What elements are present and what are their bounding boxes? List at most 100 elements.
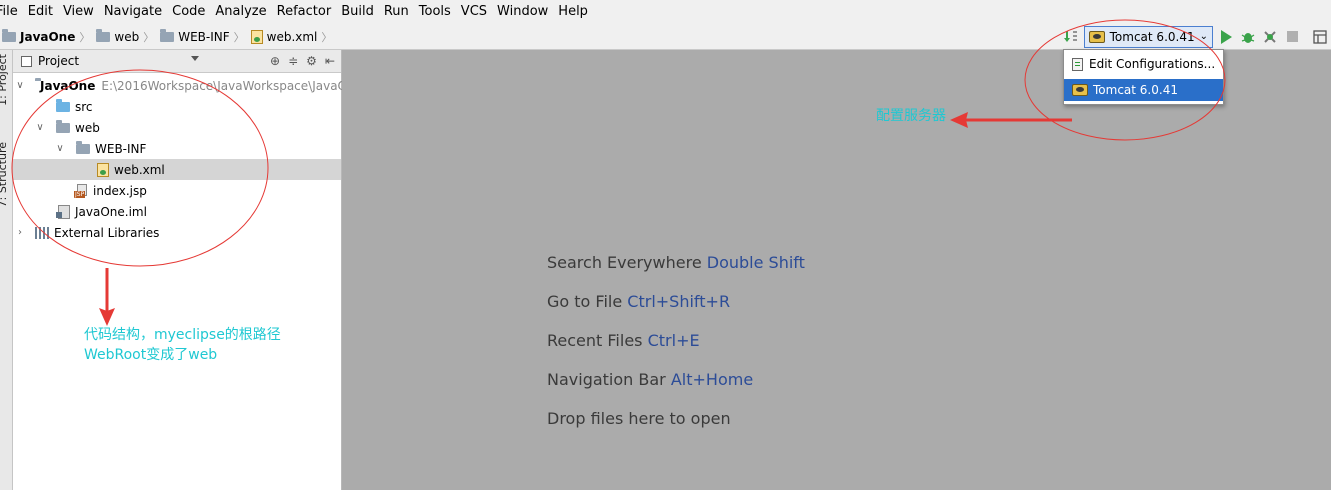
web-folder-icon: [56, 119, 70, 133]
breadcrumb-project[interactable]: JavaOne: [0, 28, 77, 44]
run-configuration-popup: Edit Configurations... Tomcat 6.0.41: [1063, 49, 1224, 105]
library-icon: [35, 226, 49, 239]
folder-icon: [2, 28, 16, 42]
navigation-bar: JavaOne 〉 web 〉 WEB-INF 〉 web.xml 〉 Tomc…: [0, 24, 1331, 50]
tree-node-label: index.jsp: [93, 183, 147, 198]
run-configuration-label: Tomcat 6.0.41: [1109, 29, 1195, 44]
stop-button[interactable]: [1281, 26, 1303, 48]
tree-node-javaone-iml[interactable]: JavaOne.iml: [13, 201, 341, 222]
locate-icon[interactable]: ⊕: [270, 54, 280, 68]
popup-edit-configurations[interactable]: Edit Configurations...: [1064, 53, 1223, 75]
tree-node-web-inf[interactable]: ∨ WEB-INF: [13, 138, 341, 159]
hint-recent-files: Recent Files Ctrl+E: [547, 331, 700, 350]
breadcrumb-separator: 〉: [79, 30, 91, 44]
folder-icon: [160, 28, 175, 42]
menu-file[interactable]: File: [0, 0, 23, 24]
chevron-down-icon[interactable]: ∨: [35, 122, 45, 133]
tree-node-src[interactable]: src: [13, 96, 341, 117]
left-tool-strip: 1: Project 7: Structure: [0, 50, 13, 490]
tree-node-web-xml[interactable]: web.xml: [13, 159, 341, 180]
hint-text: Search Everywhere: [547, 253, 702, 272]
menu-window[interactable]: Window: [492, 0, 553, 24]
make-icon[interactable]: [1060, 26, 1082, 48]
run-configuration-selector[interactable]: Tomcat 6.0.41 ⌄: [1083, 25, 1213, 48]
hint-text: Go to File: [547, 292, 623, 311]
folder-icon: [96, 28, 111, 42]
source-folder-icon: [56, 98, 70, 112]
breadcrumb-web-xml[interactable]: web.xml: [249, 29, 320, 44]
hint-search-everywhere: Search Everywhere Double Shift: [547, 253, 805, 272]
hint-navigation-bar: Navigation Bar Alt+Home: [547, 370, 753, 389]
hint-shortcut: Double Shift: [706, 253, 805, 272]
popup-tomcat[interactable]: Tomcat 6.0.41: [1064, 79, 1223, 101]
stop-icon: [1286, 31, 1298, 42]
project-panel: Project ⊕ ≑ ⚙ ⇤ ∨ JavaOne E:\2016Workspa…: [13, 50, 362, 490]
menu-navigate[interactable]: Navigate: [99, 0, 167, 24]
xml-file-icon: [250, 29, 263, 44]
project-view-selector[interactable]: Project: [13, 54, 79, 68]
hint-text: Recent Files: [547, 331, 643, 350]
project-structure-icon: [1313, 29, 1327, 44]
edit-configurations-icon: [1072, 57, 1083, 71]
gear-icon[interactable]: ⚙: [306, 54, 317, 68]
tree-node-label: External Libraries: [54, 225, 160, 240]
annotation-code-label-1: 代码结构，myeclipse的根路径: [84, 327, 281, 343]
coverage-icon: [1264, 30, 1276, 43]
tree-node-javaone[interactable]: ∨ JavaOne E:\2016Workspace\JavaWorkspace…: [13, 75, 362, 96]
hint-shortcut: Ctrl+E: [647, 331, 700, 350]
breadcrumb-separator: 〉: [321, 30, 333, 44]
hint-text: Drop files here to open: [547, 409, 731, 428]
popup-item-label: Edit Configurations...: [1089, 57, 1216, 71]
tab-structure[interactable]: 7: Structure: [0, 142, 9, 207]
coverage-button[interactable]: [1259, 26, 1281, 48]
chevron-right-icon[interactable]: ›: [15, 227, 25, 238]
tree-node-label: JavaOne.iml: [75, 204, 147, 219]
play-icon: [1220, 29, 1232, 44]
menu-analyze[interactable]: Analyze: [210, 0, 271, 24]
menu-view[interactable]: View: [58, 0, 99, 24]
hide-icon[interactable]: ⇤: [325, 54, 335, 68]
tree-node-web[interactable]: ∨ web: [13, 117, 341, 138]
run-toolbar: Tomcat 6.0.41 ⌄: [1060, 24, 1331, 49]
tree-node-label: JavaOne: [40, 78, 96, 93]
project-structure-button[interactable]: [1309, 26, 1331, 48]
panel-tools: ⊕ ≑ ⚙ ⇤: [270, 50, 335, 72]
project-panel-header: Project ⊕ ≑ ⚙ ⇤: [13, 50, 341, 73]
breadcrumb-web-inf[interactable]: WEB-INF: [158, 28, 231, 44]
annotation-server-label: 配置服务器: [876, 108, 946, 124]
menu-code[interactable]: Code: [167, 0, 210, 24]
tree-node-label: src: [75, 99, 93, 114]
menu-run[interactable]: Run: [379, 0, 414, 24]
hint-shortcut: Alt+Home: [670, 370, 754, 389]
iml-file-icon: [56, 204, 70, 219]
tree-node-label: web.xml: [114, 162, 165, 177]
hint-shortcut: Ctrl+Shift+R: [627, 292, 731, 311]
chevron-down-icon[interactable]: ∨: [55, 143, 65, 154]
run-button[interactable]: [1215, 26, 1237, 48]
project-icon: [21, 55, 32, 67]
chevron-down-icon[interactable]: ∨: [15, 80, 25, 91]
tab-project[interactable]: 1: Project: [0, 54, 9, 106]
chevron-down-icon: ⌄: [1199, 31, 1208, 42]
jsp-file-icon: [74, 183, 88, 198]
breadcrumb-web-inf-label: WEB-INF: [178, 29, 230, 44]
menu-help[interactable]: Help: [553, 0, 593, 24]
tree-node-external-libraries[interactable]: › External Libraries: [13, 222, 341, 243]
menu-edit[interactable]: Edit: [23, 0, 58, 24]
menu-tools[interactable]: Tools: [414, 0, 456, 24]
hint-drop-files: Drop files here to open: [547, 409, 731, 428]
tomcat-icon: [1072, 84, 1088, 96]
tomcat-icon: [1088, 30, 1105, 43]
chevron-down-icon[interactable]: [191, 56, 199, 61]
collapse-all-icon[interactable]: ≑: [288, 54, 298, 68]
hint-text: Navigation Bar: [547, 370, 666, 389]
breadcrumb-separator: 〉: [143, 30, 155, 44]
menu-build[interactable]: Build: [336, 0, 379, 24]
menu-vcs[interactable]: VCS: [456, 0, 492, 24]
tree-node-index-jsp[interactable]: index.jsp: [13, 180, 341, 201]
debug-button[interactable]: [1237, 26, 1259, 48]
breadcrumb-web[interactable]: web: [94, 28, 141, 44]
menu-refactor[interactable]: Refactor: [272, 0, 337, 24]
breadcrumb-project-label: JavaOne: [20, 29, 76, 44]
bug-icon: [1241, 32, 1255, 43]
